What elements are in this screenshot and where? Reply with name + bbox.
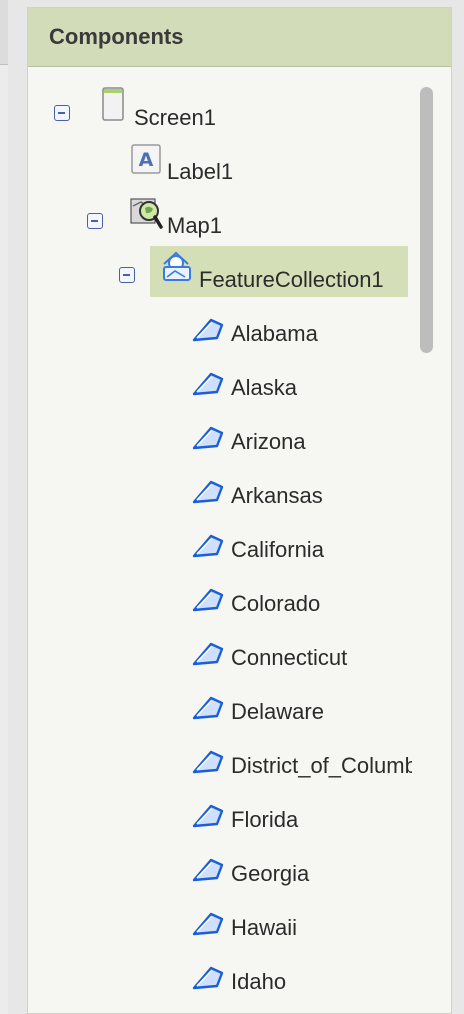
tree-item-feature[interactable]: Arizona: [231, 415, 306, 469]
tree-item-label: Arizona: [231, 429, 306, 454]
tree-item-feature[interactable]: Georgia: [231, 847, 309, 901]
polygon-icon: [192, 804, 224, 828]
polygon-icon: [192, 372, 224, 396]
tree-item-label: Connecticut: [231, 645, 348, 670]
left-panel-edge: [0, 0, 8, 1014]
left-panel-header-edge: [0, 0, 8, 65]
polygon-icon: [192, 696, 224, 720]
feature-collection-icon: [163, 251, 191, 281]
collapse-screen1-toggle[interactable]: [54, 105, 70, 121]
label-icon: A: [131, 144, 161, 174]
collapse-featurecollection1-toggle[interactable]: [119, 267, 135, 283]
tree-item-label: Map1: [167, 213, 223, 238]
tree-item-feature[interactable]: Alabama: [231, 307, 318, 361]
tree-item-feature[interactable]: Idaho: [231, 955, 286, 1009]
polygon-icon: [192, 642, 224, 666]
tree-item-featurecollection1[interactable]: FeatureCollection1: [199, 253, 384, 307]
tree-item-map1[interactable]: Map1: [167, 199, 222, 253]
polygon-icon: [192, 480, 224, 504]
tree-item-label: FeatureCollection1: [199, 267, 384, 292]
polygon-icon: [192, 588, 224, 612]
tree-item-feature[interactable]: District_of_Columbia: [231, 739, 412, 793]
panel-title: Components: [49, 24, 184, 49]
tree-item-feature[interactable]: Alaska: [231, 361, 297, 415]
tree-item-feature[interactable]: California: [231, 523, 324, 577]
tree-viewport: Screen1 A Label1 Map1 FeatureCollection1…: [28, 67, 412, 1013]
tree-item-label: Georgia: [231, 861, 310, 886]
tree-item-label: Arkansas: [231, 483, 323, 508]
polygon-icon: [192, 534, 224, 558]
tree-item-label: Screen1: [134, 105, 216, 130]
tree-item-feature[interactable]: Delaware: [231, 685, 324, 739]
tree-item-label: Colorado: [231, 591, 321, 616]
polygon-icon: [192, 966, 224, 990]
component-tree[interactable]: Screen1 A Label1 Map1 FeatureCollection1…: [28, 67, 451, 1013]
polygon-icon: [192, 858, 224, 882]
tree-item-screen1[interactable]: Screen1: [134, 91, 216, 145]
tree-scrollbar[interactable]: [416, 83, 434, 1013]
tree-item-label: Idaho: [231, 969, 287, 994]
tree-item-label: Alaska: [231, 375, 298, 400]
map-icon: [130, 198, 163, 229]
tree-item-label: California: [231, 537, 324, 562]
tree-item-feature[interactable]: Colorado: [231, 577, 320, 631]
polygon-icon: [192, 318, 224, 342]
tree-item-feature[interactable]: Arkansas: [231, 469, 323, 523]
components-panel: Components Screen1 A Label1 Map1 Feature…: [27, 7, 452, 1014]
tree-item-label: Hawaii: [231, 915, 298, 940]
collapse-map1-toggle[interactable]: [87, 213, 103, 229]
polygon-icon: [192, 426, 224, 450]
tree-scrollbar-thumb[interactable]: [420, 87, 433, 353]
polygon-icon: [192, 912, 224, 936]
tree-item-label: District_of_Columbia: [231, 753, 412, 778]
tree-item-feature[interactable]: Florida: [231, 793, 298, 847]
svg-text:A: A: [139, 149, 154, 171]
screen-icon: [102, 87, 124, 121]
polygon-icon: [192, 750, 224, 774]
tree-item-label: Delaware: [231, 699, 324, 724]
tree-item-feature[interactable]: Connecticut: [231, 631, 347, 685]
components-panel-header: Components: [28, 8, 451, 67]
tree-item-label: Label1: [167, 159, 234, 184]
tree-item-label: Alabama: [231, 321, 318, 346]
tree-item-label1[interactable]: Label1: [167, 145, 233, 199]
tree-item-label: Florida: [231, 807, 299, 832]
tree-item-feature[interactable]: Hawaii: [231, 901, 297, 955]
